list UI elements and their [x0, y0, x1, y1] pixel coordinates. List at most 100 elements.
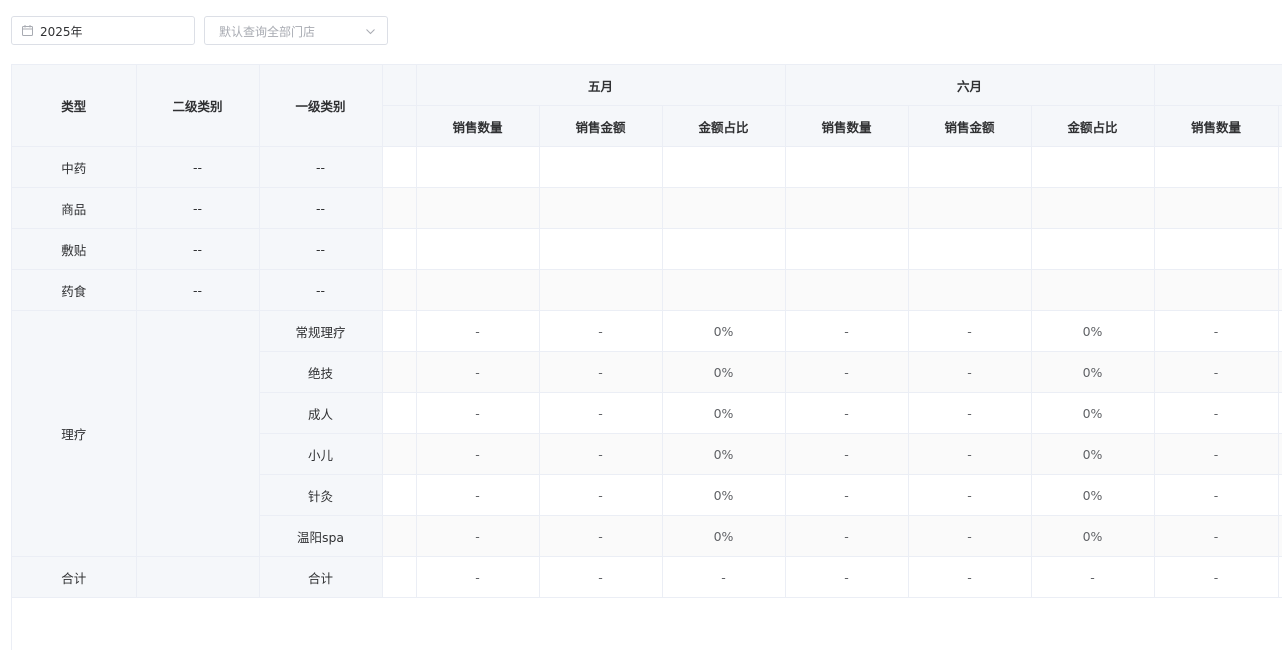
cell-first-category: -- [259, 187, 383, 229]
cell-value-partial [1278, 351, 1282, 393]
cell-value-partial [1278, 515, 1282, 557]
cell-value [1031, 187, 1155, 229]
cell-spacer [382, 146, 417, 188]
cell-value [539, 146, 663, 188]
cell-value [908, 269, 1032, 311]
cell-value: 0% [1031, 351, 1155, 393]
header-month-next [1154, 65, 1282, 106]
cell-value: - [539, 556, 663, 598]
cell-value: 0% [662, 392, 786, 434]
cell-value: 0% [1031, 392, 1155, 434]
cell-value [1154, 228, 1279, 270]
cell-spacer [382, 310, 417, 352]
cell-value-partial [1278, 556, 1282, 598]
cell-value [416, 228, 540, 270]
header-spacer [382, 65, 417, 106]
cell-value: - [908, 515, 1032, 557]
cell-value [416, 269, 540, 311]
cell-spacer [382, 269, 417, 311]
cell-value: - [416, 351, 540, 393]
cell-first-category: 成人 [259, 392, 383, 434]
cell-value: - [908, 474, 1032, 516]
table-row: 中药 -- -- [12, 146, 1282, 188]
cell-value: - [1154, 351, 1279, 393]
cell-value: - [785, 556, 909, 598]
cell-type: 中药 [12, 146, 137, 188]
cell-value: - [662, 556, 786, 598]
cell-value [662, 269, 786, 311]
cell-second-category: -- [136, 146, 260, 188]
table-row-total: 合计 合计 - - - - - - - [12, 556, 1282, 598]
cell-value: - [908, 556, 1032, 598]
cell-value: - [539, 310, 663, 352]
cell-spacer [382, 351, 417, 393]
cell-value: - [539, 515, 663, 557]
cell-value [908, 146, 1032, 188]
store-select-placeholder: 默认查询全部门店 [219, 25, 316, 39]
cell-value: 0% [662, 433, 786, 475]
cell-value [1031, 228, 1155, 270]
header-month: 六月 [785, 65, 1155, 106]
header-amount-ratio: 金额占比 [1031, 105, 1155, 147]
calendar-icon [22, 25, 33, 36]
cell-first-category: 绝技 [259, 351, 383, 393]
cell-first-category: -- [259, 228, 383, 270]
header-sales-qty: 销售数量 [416, 105, 540, 147]
cell-first-category: 合计 [259, 556, 383, 598]
cell-value: 0% [1031, 515, 1155, 557]
header-sales-amount: 销售金额 [539, 105, 663, 147]
cell-value: 0% [1031, 433, 1155, 475]
cell-first-category: -- [259, 146, 383, 188]
cell-first-category: 温阳spa [259, 515, 383, 557]
cell-spacer [382, 392, 417, 434]
cell-value: - [785, 515, 909, 557]
cell-value [1154, 187, 1279, 229]
cell-value: - [1031, 556, 1155, 598]
cell-type: 理疗 [12, 310, 137, 557]
cell-value: - [1154, 515, 1279, 557]
cell-value: 0% [1031, 310, 1155, 352]
cell-value-partial [1278, 228, 1282, 270]
cell-value: - [539, 474, 663, 516]
cell-second-category: -- [136, 187, 260, 229]
header-amount-ratio: 金额占比 [662, 105, 786, 147]
cell-first-category: 针灸 [259, 474, 383, 516]
cell-second-category: -- [136, 269, 260, 311]
cell-value: 0% [662, 515, 786, 557]
cell-value: - [785, 392, 909, 434]
cell-value [785, 228, 909, 270]
cell-value: - [785, 310, 909, 352]
cell-first-category: -- [259, 269, 383, 311]
cell-value: - [785, 433, 909, 475]
header-sales-qty: 销售数量 [785, 105, 909, 147]
cell-value: - [785, 351, 909, 393]
cell-value: - [416, 310, 540, 352]
cell-value: - [1154, 433, 1279, 475]
cell-value: - [908, 433, 1032, 475]
cell-value: 0% [662, 310, 786, 352]
header-type: 类型 [12, 65, 137, 147]
year-picker[interactable]: 2025年 [11, 16, 195, 45]
cell-value [1154, 146, 1279, 188]
cell-value: - [416, 474, 540, 516]
sales-report-table: 类型 二级类别 一级类别 五月 六月 销售数量 销售金额 金额占比 销售数量 销… [12, 65, 1282, 598]
cell-spacer [382, 515, 417, 557]
cell-second-category [136, 556, 260, 598]
cell-value [785, 146, 909, 188]
cell-value: - [416, 433, 540, 475]
cell-value-partial [1278, 310, 1282, 352]
cell-value [662, 187, 786, 229]
cell-value: - [416, 556, 540, 598]
table-row: 理疗 常规理疗 - - 0% - - 0% - [12, 310, 1282, 557]
cell-type: 商品 [12, 187, 137, 229]
cell-value: 0% [662, 351, 786, 393]
cell-value: - [1154, 556, 1279, 598]
cell-type: 药食 [12, 269, 137, 311]
cell-value: - [539, 392, 663, 434]
cell-value-partial [1278, 269, 1282, 311]
cell-spacer [382, 433, 417, 475]
store-select[interactable]: 默认查询全部门店 [204, 16, 388, 45]
cell-type: 合计 [12, 556, 137, 598]
chevron-down-icon [366, 29, 375, 35]
report-table-container[interactable]: 类型 二级类别 一级类别 五月 六月 销售数量 销售金额 金额占比 销售数量 销… [11, 64, 1282, 650]
